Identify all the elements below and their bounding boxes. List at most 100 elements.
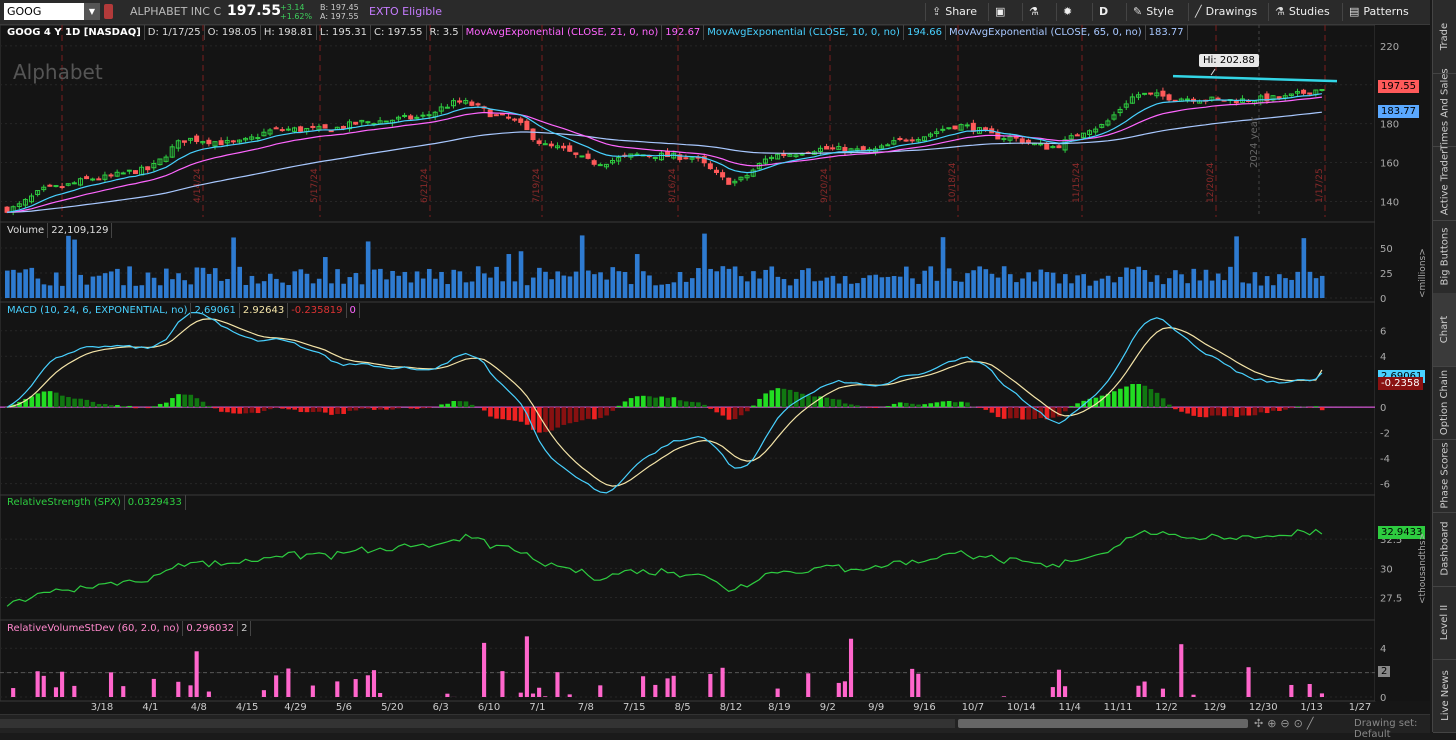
- volume-bar: [910, 278, 915, 298]
- ohlc-high: H: 198.81: [261, 25, 317, 40]
- zoom-controls[interactable]: ✣⊕⊖⊙╱: [1254, 717, 1318, 730]
- scroll-track[interactable]: [0, 719, 955, 728]
- macd-histogram-bar: [727, 407, 732, 420]
- volume-bar: [837, 284, 842, 298]
- drawings-button[interactable]: ╱Drawings: [1188, 3, 1263, 21]
- macd-histogram-bar: [458, 401, 463, 407]
- volume-bar: [1039, 270, 1044, 298]
- ma10-label[interactable]: MovAvgExponential (CLOSE, 10, 0, no): [704, 25, 904, 40]
- rv-bar: [54, 687, 58, 697]
- candle-body: [941, 129, 945, 130]
- volume-bar: [959, 282, 964, 298]
- volume-bar: [812, 281, 817, 298]
- volume-bar: [678, 272, 683, 298]
- volume-bar: [201, 268, 206, 298]
- patterns-label: Patterns: [1363, 5, 1408, 18]
- volume-bar: [776, 277, 781, 298]
- macd-histogram-bar: [1320, 407, 1325, 410]
- lab-button[interactable]: ⚗: [1022, 3, 1045, 21]
- tab-active-trader[interactable]: Active Trader: [1433, 146, 1456, 220]
- macd-value: 2.69061: [191, 303, 239, 318]
- macd-histogram-bar: [409, 407, 414, 408]
- tab-times-and-sales[interactable]: Times And Sales: [1433, 73, 1456, 147]
- volume-bar: [1057, 283, 1062, 298]
- macd-histogram-bar: [470, 405, 475, 407]
- volume-bar: [164, 269, 169, 298]
- ma21-label[interactable]: MovAvgExponential (CLOSE, 21, 0, no): [463, 25, 663, 40]
- tab-chart[interactable]: Chart: [1433, 293, 1456, 367]
- volume-bar: [115, 269, 120, 298]
- volume-bar: [1130, 269, 1135, 298]
- tab-live-news[interactable]: Live News: [1433, 659, 1456, 733]
- macd-histogram-bar: [317, 407, 322, 412]
- volume-bar: [409, 282, 414, 298]
- rv-bar: [311, 686, 315, 697]
- volume-bar: [714, 271, 719, 298]
- tab-trade[interactable]: Trade: [1433, 0, 1456, 74]
- macd-histogram-bar: [519, 407, 524, 422]
- rv-bar: [531, 694, 535, 697]
- rv-bar: [354, 679, 358, 697]
- candle-body: [800, 154, 804, 155]
- macd-histogram-bar: [1295, 407, 1300, 408]
- macd-histogram-bar: [537, 407, 542, 432]
- tab-option-chain[interactable]: Option Chain: [1433, 366, 1456, 440]
- volume-bar: [329, 283, 334, 298]
- macd-histogram-bar: [757, 399, 762, 407]
- macd-histogram-bar: [244, 407, 249, 413]
- link-color-icon[interactable]: [104, 4, 113, 19]
- volume-bar: [769, 266, 774, 298]
- flexible-grid-button[interactable]: ▣: [988, 3, 1011, 21]
- macd-histogram-bar: [1118, 389, 1123, 407]
- volume-bar: [464, 282, 469, 298]
- tab-phase-scores[interactable]: Phase Scores: [1433, 439, 1456, 513]
- exto-eligible-link[interactable]: EXTO Eligible: [369, 5, 442, 18]
- ohlc-low: L: 195.31: [317, 25, 371, 40]
- rv-bar: [207, 692, 211, 697]
- tab-label: Big Buttons: [1440, 227, 1451, 285]
- scroll-thumb[interactable]: [958, 719, 1248, 728]
- settings-button[interactable]: ✹: [1056, 3, 1078, 21]
- volume-bar: [782, 279, 787, 298]
- right-side-tabs: TradeTimes And Sales Active Trader Big But…: [1432, 0, 1456, 732]
- volume-bar: [904, 267, 909, 298]
- candle-body: [323, 125, 327, 128]
- volume-bar: [1302, 238, 1307, 298]
- tab-label: Active Trader: [1440, 150, 1451, 216]
- tab-dashboard[interactable]: Dashboard: [1433, 512, 1456, 586]
- macd-label[interactable]: MACD (10, 24, 6, EXPONENTIAL, no): [4, 303, 191, 318]
- rs-unit: <thousandths>: [1418, 533, 1428, 604]
- period-button[interactable]: D: [1092, 3, 1114, 21]
- rv-label[interactable]: RelativeVolumeStDev (60, 2.0, no): [4, 621, 183, 636]
- ma10-value: 194.66: [904, 25, 946, 40]
- candle-body: [549, 144, 553, 146]
- macd-histogram-bar: [384, 407, 389, 409]
- candle-body: [825, 147, 829, 149]
- candle-body: [458, 101, 462, 102]
- rs-label[interactable]: RelativeStrength (SPX): [4, 495, 125, 510]
- macd-histogram-bar: [36, 393, 41, 407]
- chart-area[interactable]: 1401601802002204/14/245/17/246/21/247/19…: [0, 25, 1430, 714]
- company-name: ALPHABET INC C: [130, 5, 221, 18]
- candle-body: [133, 171, 137, 174]
- tab-level-ii[interactable]: Level II: [1433, 586, 1456, 660]
- volume-bar: [305, 274, 310, 298]
- volume-bar: [1161, 284, 1166, 298]
- macd-histogram-bar: [207, 406, 212, 407]
- macd-histogram-bar: [965, 402, 970, 407]
- share-button[interactable]: ⇪Share: [925, 3, 983, 21]
- volume-bar: [855, 283, 860, 298]
- studies-button[interactable]: ⚗Studies: [1268, 3, 1336, 21]
- style-button[interactable]: ✎Style: [1126, 3, 1180, 21]
- macd-histogram-bar: [617, 406, 622, 407]
- rv-bar: [537, 688, 541, 697]
- symbol-dropdown-icon[interactable]: ▼: [84, 3, 100, 20]
- tab-big-buttons[interactable]: Big Buttons: [1433, 220, 1456, 294]
- drawing-set-label[interactable]: Drawing set: Default: [1354, 718, 1430, 740]
- macd-histogram-bar: [800, 394, 805, 407]
- patterns-button[interactable]: ▤Patterns: [1342, 3, 1415, 21]
- ma65-label[interactable]: MovAvgExponential (CLOSE, 65, 0, no): [946, 25, 1146, 40]
- volume-bar: [513, 281, 518, 298]
- macd-histogram-bar: [133, 407, 138, 408]
- volume-label[interactable]: Volume: [4, 223, 48, 238]
